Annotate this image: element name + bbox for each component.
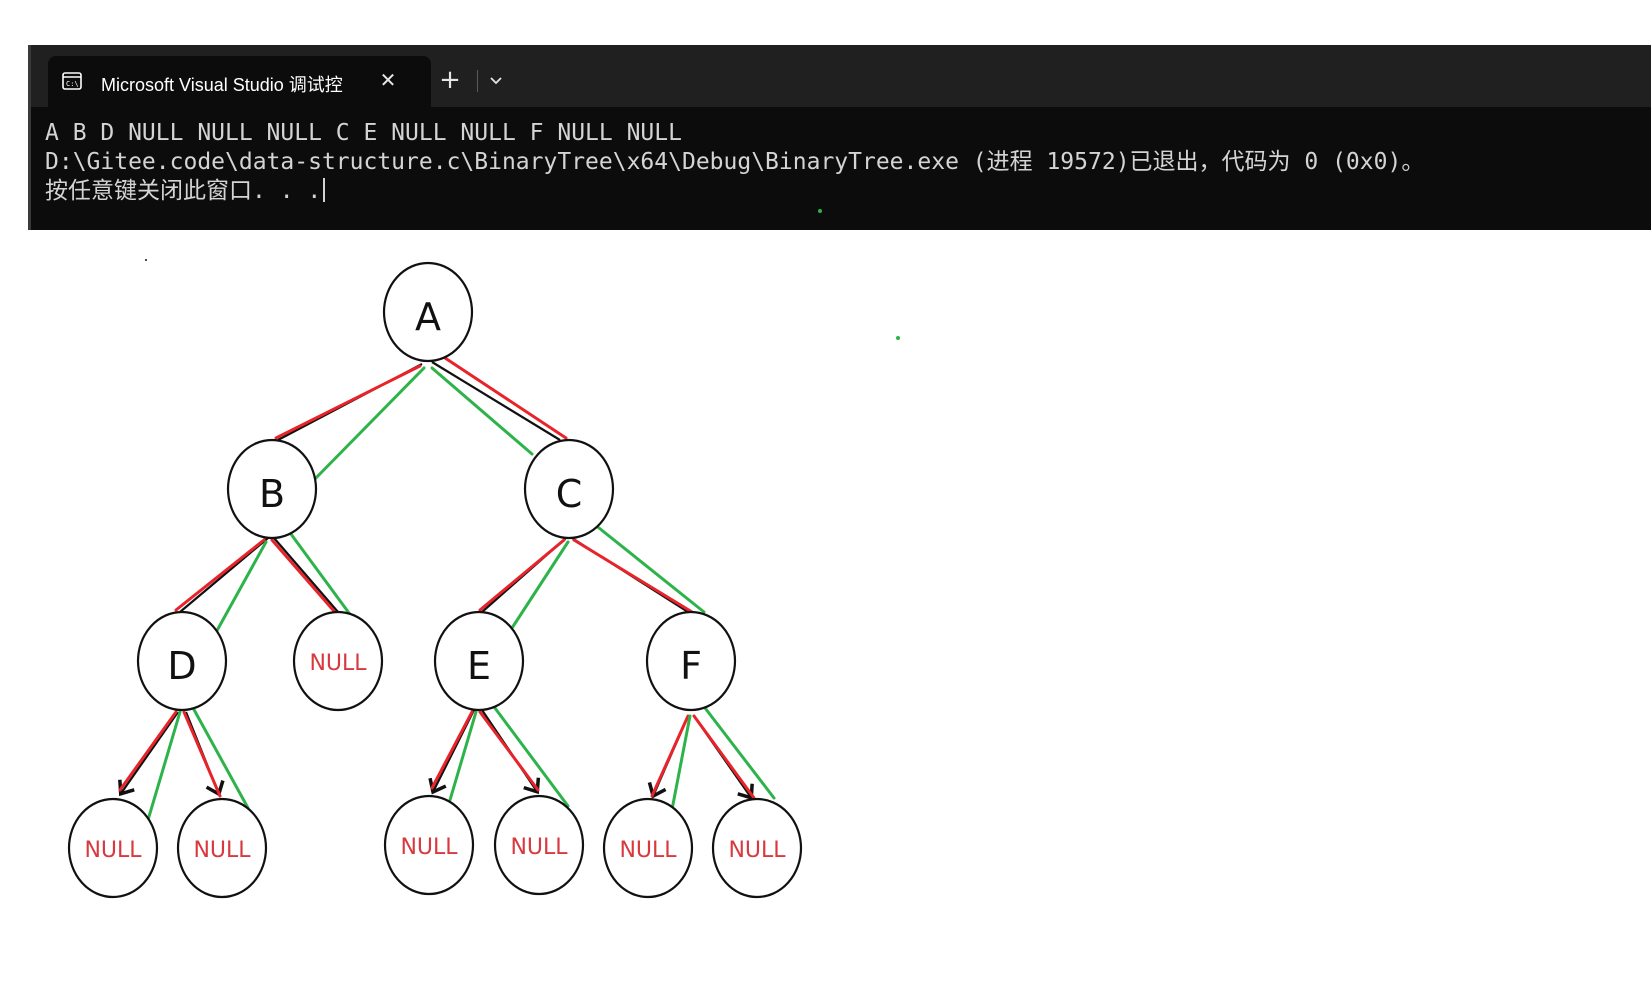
node-d: D — [136, 610, 228, 712]
node-label: D — [167, 644, 196, 688]
green-stroke — [510, 540, 570, 630]
stray-marks — [145, 209, 900, 340]
node-a: A — [382, 261, 474, 363]
tree-nodes: A B C D NULL E F NULL NULL NULL NULL NUL… — [67, 261, 803, 899]
red-stroke — [692, 714, 756, 800]
node-null-b-right: NULL — [292, 610, 384, 712]
null-label: NULL — [84, 838, 142, 863]
node-null-d-left: NULL — [67, 797, 159, 899]
red-stroke — [270, 538, 342, 620]
red-stroke — [434, 350, 568, 440]
edge-b-null — [273, 537, 339, 613]
red-stroke — [572, 538, 694, 614]
node-label: B — [259, 472, 285, 516]
node-label: A — [415, 295, 441, 339]
node-label: C — [556, 472, 583, 516]
null-label: NULL — [193, 838, 251, 863]
green-stroke — [448, 710, 478, 802]
green-stroke — [592, 522, 706, 614]
node-label: F — [680, 644, 702, 688]
red-stroke — [478, 710, 540, 792]
green-stroke — [212, 540, 268, 638]
null-label: NULL — [400, 835, 458, 860]
node-null-f-right: NULL — [711, 797, 803, 899]
green-stroke — [484, 694, 570, 808]
node-label: E — [467, 644, 491, 688]
green-stroke — [308, 366, 426, 486]
edge-a-c — [431, 361, 561, 441]
red-stroke — [478, 538, 566, 612]
node-null-f-left: NULL — [602, 797, 694, 899]
binary-tree-diagram: A B C D NULL E F NULL NULL NULL NULL NUL… — [67, 209, 900, 899]
green-stroke — [700, 702, 776, 800]
node-e: E — [433, 610, 525, 712]
null-label: NULL — [309, 651, 367, 676]
null-label: NULL — [510, 835, 568, 860]
null-label: NULL — [728, 838, 786, 863]
null-label: NULL — [619, 838, 677, 863]
node-f: F — [645, 610, 737, 712]
node-null-d-right: NULL — [176, 797, 268, 899]
node-null-e-right: NULL — [493, 794, 585, 896]
red-stroke — [174, 538, 266, 612]
node-null-e-left: NULL — [383, 794, 475, 896]
node-c: C — [523, 438, 615, 540]
red-stroke — [274, 364, 422, 440]
green-traversal-strokes — [146, 366, 776, 822]
node-b: B — [226, 438, 318, 540]
